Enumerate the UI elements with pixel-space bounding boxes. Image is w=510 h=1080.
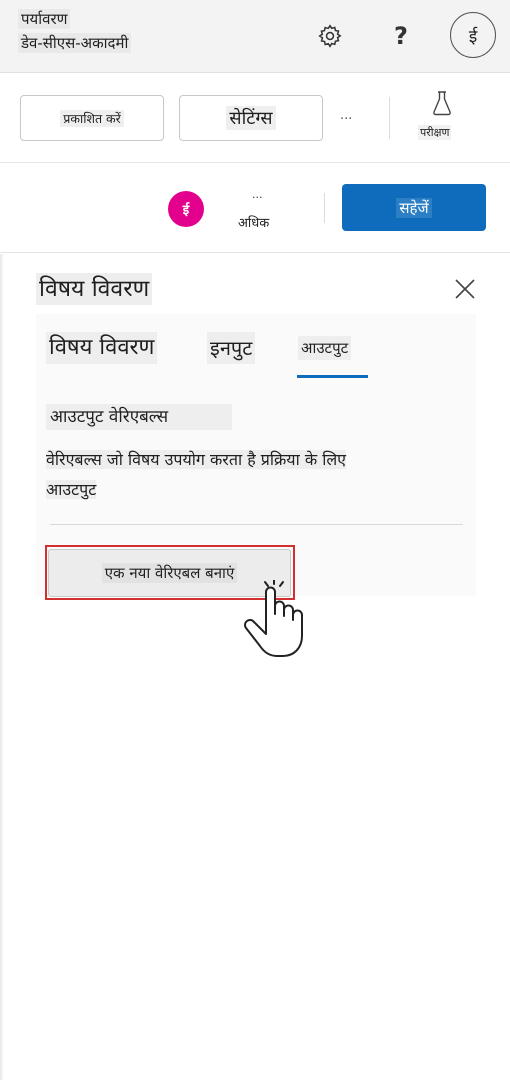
close-icon[interactable] xyxy=(452,276,478,302)
user-avatar[interactable]: ई xyxy=(450,12,496,58)
settings-button[interactable]: सेटिंग्स xyxy=(179,95,323,141)
more-label[interactable]: अधिक xyxy=(238,213,269,231)
section-description: वेरिएबल्स जो विषय उपयोग करता है प्रक्रिय… xyxy=(46,445,426,505)
section-description-line1: वेरिएबल्स जो विषय उपयोग करता है प्रक्रिय… xyxy=(46,450,347,469)
tab-topic-details[interactable]: विषय विवरण xyxy=(46,332,158,364)
settings-gear-icon[interactable] xyxy=(314,20,346,52)
test-button-label[interactable]: परीक्षण xyxy=(418,125,452,140)
panel-edge xyxy=(0,254,4,1080)
panel-title: विषय विवरण xyxy=(36,273,153,305)
section-title: आउटपुट वेरिएबल्स xyxy=(46,404,232,430)
environment-label: पर्यावरण xyxy=(18,9,71,29)
publish-button-label: प्रकाशित करें xyxy=(60,109,124,127)
save-button[interactable]: सहेजें xyxy=(342,184,486,231)
create-new-variable-label: एक नया वेरिएबल बनाएं xyxy=(101,563,238,583)
tab-output[interactable]: आउटपुट xyxy=(298,336,352,360)
help-icon[interactable]: ? xyxy=(386,20,416,52)
active-tab-indicator xyxy=(297,375,368,378)
more-commands-button[interactable]: ... xyxy=(340,108,352,123)
publish-button[interactable]: प्रकाशित करें xyxy=(20,95,164,141)
flask-icon[interactable] xyxy=(430,90,454,116)
divider xyxy=(50,524,463,525)
divider xyxy=(389,97,390,139)
collaborator-avatar[interactable]: ई xyxy=(168,191,204,227)
settings-button-label: सेटिंग्स xyxy=(226,106,276,130)
save-button-label: सहेजें xyxy=(396,197,432,218)
pointer-hand-icon xyxy=(238,579,308,660)
section-description-line2: आउटपुट xyxy=(46,480,97,499)
divider xyxy=(324,193,325,223)
tab-input[interactable]: इनपुट xyxy=(207,332,256,364)
more-dots[interactable]: ... xyxy=(252,188,263,201)
environment-name[interactable]: डेव-सीएस-अकादमी xyxy=(18,33,132,53)
